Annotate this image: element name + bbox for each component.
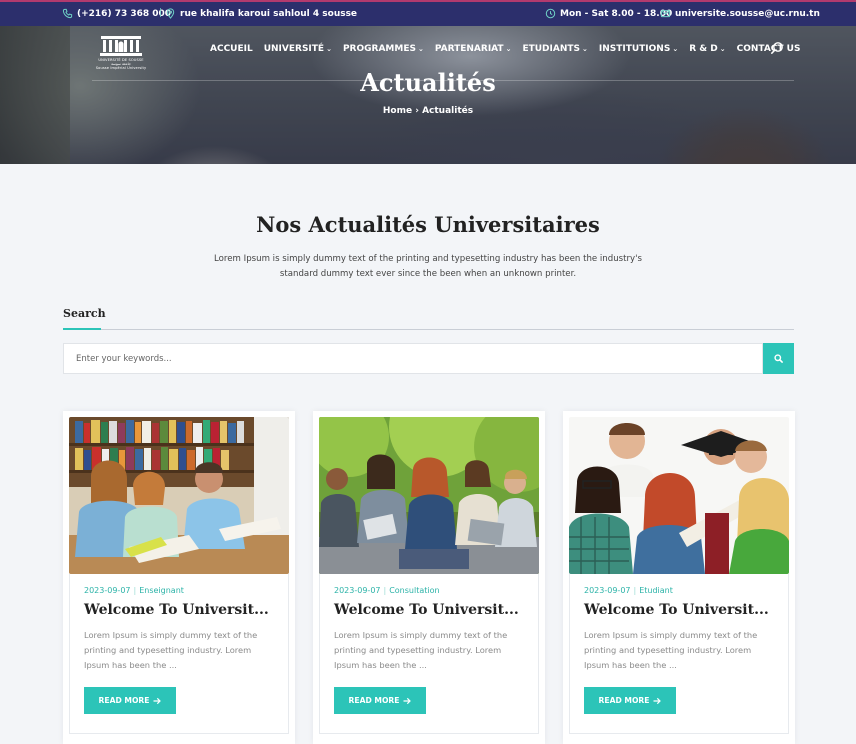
news-date: 2023-09-07 [584,586,631,595]
location-pin-icon [166,8,175,19]
news-card[interactable]: 2023-09-07 | Consultation Welcome To Unive… [313,411,545,744]
news-card-image-students-park[interactable] [319,417,539,574]
news-meta: 2023-09-07 | Etudiant [584,586,673,595]
nav-item-institutions[interactable]: INSTITUTIONS ⌄ [599,44,678,54]
news-meta: 2023-09-07 | Enseignant [84,586,184,595]
news-title[interactable]: Welcome To Universit... [584,602,769,618]
breadcrumb-home[interactable]: Home [383,106,412,116]
mail-icon [660,10,671,18]
hero-banner: UNIVERSITÉ DE SOUSSE جامعة سوسة Sousse I… [0,26,856,164]
news-category[interactable]: Consultation [389,586,439,595]
news-category[interactable]: Etudiant [639,586,673,595]
chevron-down-icon: ⌄ [505,45,512,53]
top-info-bar: (+216) 73 368 000 | rue khalifa karoui s… [0,0,856,26]
search-input[interactable] [63,343,763,374]
news-card-body: 2023-09-07 | Consultation Welcome To Unive… [319,574,539,734]
nav-item-programmes[interactable]: PROGRAMMES ⌄ [343,44,424,54]
chevron-down-icon: ⌄ [672,45,679,53]
news-title[interactable]: Welcome To Universit... [84,602,269,618]
news-date: 2023-09-07 [84,586,131,595]
nav-item-label: ETUDIANTS [522,44,580,54]
search-icon[interactable] [770,41,784,55]
news-card[interactable]: 2023-09-07 | Enseignant Welcome To Univers… [63,411,295,744]
address-text: rue khalifa karoui sahloul 4 sousse [180,8,358,19]
search-submit-button[interactable] [763,343,794,374]
read-more-button[interactable]: READ MORE [584,687,676,714]
breadcrumb-current: Actualités [422,106,474,116]
chevron-down-icon: ⌄ [417,45,424,53]
university-logo[interactable]: UNIVERSITÉ DE SOUSSE جامعة سوسة Sousse I… [92,34,150,72]
read-more-label: READ MORE [98,696,150,705]
news-excerpt: Lorem Ipsum is simply dummy text of the … [584,630,758,670]
news-card-image-graduates[interactable] [569,417,789,574]
nav-item-label: ACCUEIL [210,44,253,54]
arrow-right-icon [153,697,162,704]
breadcrumb: Home › Actualités [0,106,856,116]
nav-item-universit[interactable]: UNIVERSITÉ ⌄ [264,44,332,54]
phone-number: (+216) 73 368 000 [77,8,172,19]
news-card-image-students-library[interactable] [69,417,289,574]
read-more-label: READ MORE [598,696,650,705]
breadcrumb-separator-icon: › [415,106,419,116]
nav-item-label: CONTACT US [736,44,801,54]
news-card-body: 2023-09-07 | Etudiant Welcome To Universit… [569,574,789,734]
nav-item-label: UNIVERSITÉ [263,44,325,54]
read-more-button[interactable]: READ MORE [84,687,176,714]
email-text: universite.sousse@uc.rnu.tn [675,8,820,19]
address-contact: rue khalifa karoui sahloul 4 sousse [165,8,357,19]
read-more-label: READ MORE [348,696,400,705]
chevron-down-icon: ⌄ [326,45,332,53]
phone-icon [62,8,73,19]
hours-info: Mon - Sat 8.00 - 18.00 [545,8,672,19]
news-excerpt: Lorem Ipsum is simply dummy text of the … [334,630,508,670]
section-title: Nos Actualités Universitaires [256,212,600,237]
search-heading: Search [63,307,106,320]
magnifier-icon [774,354,783,363]
nav-item-label: PARTENARIAT [434,44,504,54]
university-building-icon [100,36,142,56]
news-date: 2023-09-07 [334,586,381,595]
nav-item-accueil[interactable]: ACCUEIL [210,44,253,54]
search-divider [63,329,794,330]
arrow-right-icon [653,697,662,704]
news-meta: 2023-09-07 | Consultation [334,586,440,595]
section-description: Lorem Ipsum is simply dummy text of the … [214,254,642,279]
news-card-body: 2023-09-07 | Enseignant Welcome To Univers… [69,574,289,734]
meta-divider: | [383,586,387,595]
news-title[interactable]: Welcome To Universit... [334,602,519,618]
nav-item-r-d[interactable]: R & D ⌄ [689,44,725,54]
nav-item-label: INSTITUTIONS [598,44,671,54]
search-heading-underline [63,328,101,330]
meta-divider: | [633,586,637,595]
nav-item-label: R & D [689,44,718,54]
nav-item-contact-us[interactable]: CONTACT US [737,44,801,54]
news-category[interactable]: Enseignant [139,586,184,595]
nav-item-etudiants[interactable]: ETUDIANTS ⌄ [522,44,587,54]
divider: | [159,8,163,18]
news-card[interactable]: 2023-09-07 | Etudiant Welcome To Universit… [563,411,795,744]
read-more-button[interactable]: READ MORE [334,687,426,714]
news-excerpt: Lorem Ipsum is simply dummy text of the … [84,630,258,670]
page-title: Actualités [360,68,496,97]
nav-item-partenariat[interactable]: PARTENARIAT ⌄ [435,44,512,54]
chevron-down-icon: ⌄ [582,45,588,53]
arrow-right-icon [403,697,412,704]
nav-item-label: PROGRAMMES [342,44,416,54]
phone-contact[interactable]: (+216) 73 368 000 [62,8,171,19]
email-contact[interactable]: universite.sousse@uc.rnu.tn [660,8,820,19]
main-navigation: ACCUEIL UNIVERSITÉ ⌄ PROGRAMMES ⌄ PARTENARIAT… [210,42,811,56]
chevron-down-icon: ⌄ [719,45,726,53]
hours-text: Mon - Sat 8.00 - 18.00 [560,8,673,19]
meta-divider: | [133,586,137,595]
clock-icon [545,8,556,19]
